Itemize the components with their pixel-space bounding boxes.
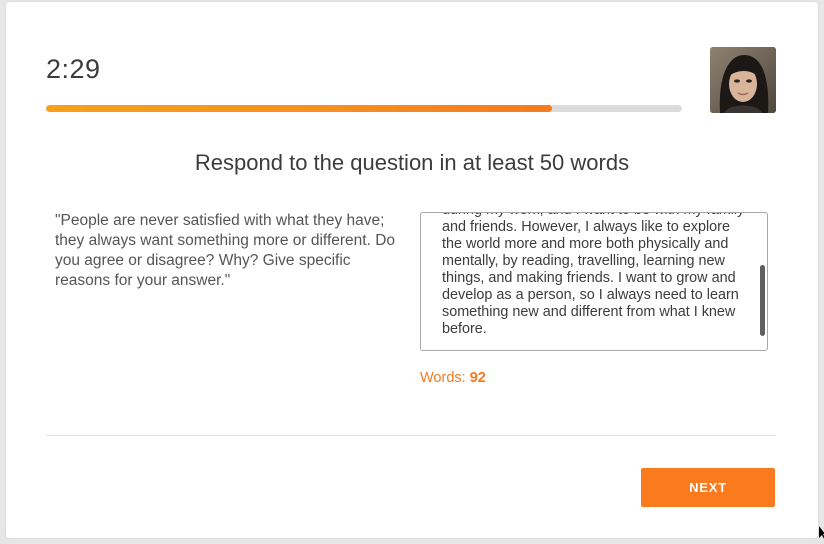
footer-divider	[46, 435, 776, 436]
test-card: 2:29 Respond to the question in at least…	[6, 2, 818, 538]
word-count-label: Words:	[420, 370, 466, 386]
mouse-cursor-icon	[819, 526, 824, 539]
person-portrait-icon	[710, 47, 776, 113]
word-count-value: 92	[469, 370, 486, 386]
answer-scrollbar[interactable]	[760, 265, 765, 336]
user-webcam-avatar	[710, 47, 776, 113]
question-prompt-text: "People are never satisfied with what th…	[55, 212, 396, 289]
next-button[interactable]: NEXT	[641, 468, 775, 507]
page-title: Respond to the question in at least 50 w…	[194, 150, 630, 175]
answer-text-content[interactable]: during my work, and I want to be with my…	[442, 213, 748, 338]
answer-textarea[interactable]: during my work, and I want to be with my…	[420, 212, 768, 351]
word-count: Words: 92	[420, 370, 486, 386]
time-progress-fill	[46, 105, 552, 112]
countdown-timer: 2:29	[46, 54, 101, 84]
time-progress-bar	[46, 105, 682, 112]
